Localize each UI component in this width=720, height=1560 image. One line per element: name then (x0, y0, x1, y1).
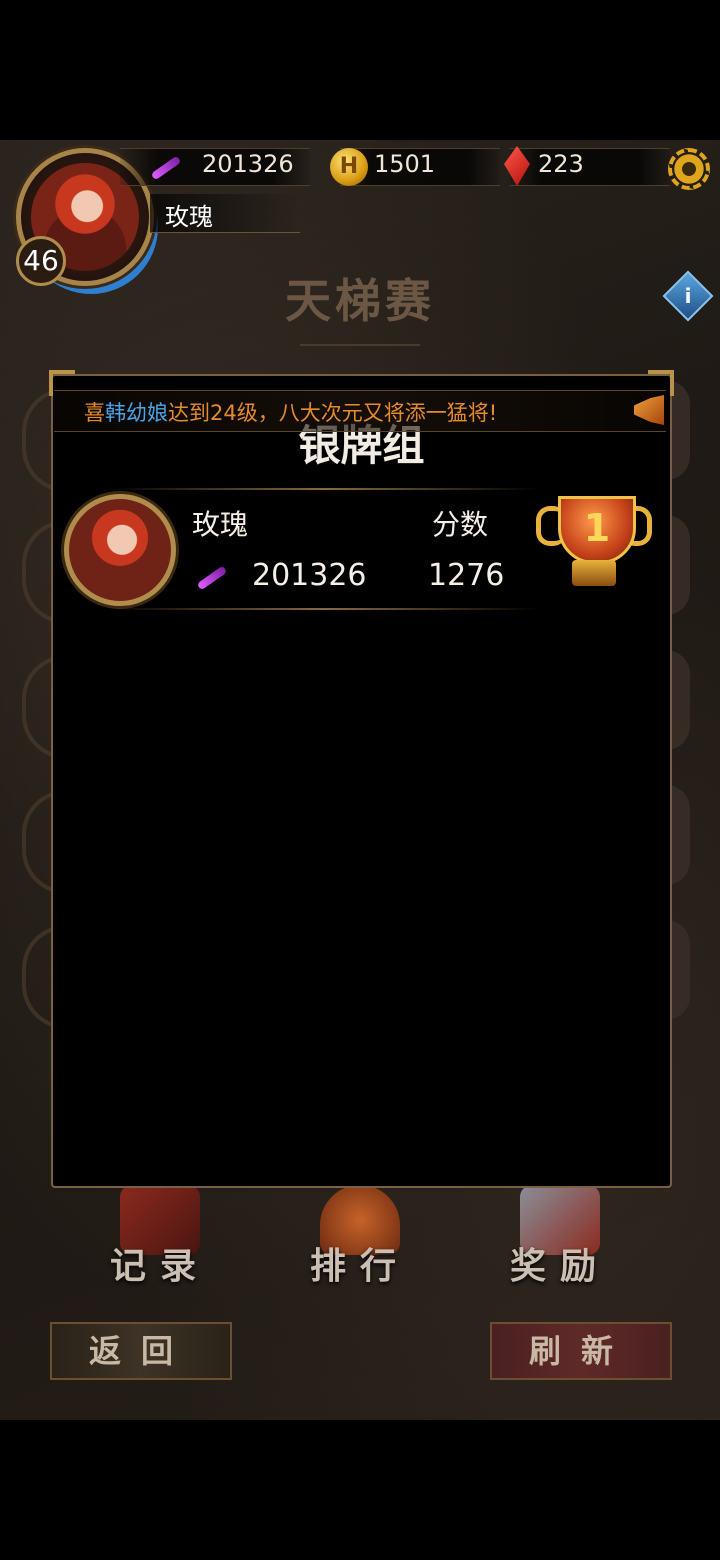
row-divider (110, 608, 540, 610)
coin-icon[interactable]: H (330, 148, 368, 186)
horn-icon[interactable] (634, 395, 664, 425)
ticker-prefix: 喜 (84, 401, 105, 425)
rank-number: 1 (558, 496, 636, 564)
menu-record-label: 记录 (109, 1245, 210, 1287)
entry-name: 玫瑰 (192, 508, 249, 541)
menu-reward-label: 奖励 (509, 1245, 610, 1287)
title-ornament (300, 344, 420, 346)
power-value: 201326 (202, 150, 294, 178)
entry-score: 1276 (428, 558, 505, 593)
announcement-ticker: 喜韩幼娘达到24级，八大次元又将添一猛将! (54, 390, 666, 432)
refresh-button[interactable]: 刷新 (490, 1322, 672, 1380)
score-header: 分数 (432, 508, 489, 541)
ticker-highlight-name: 韩幼娘 (105, 401, 168, 425)
ticker-text: 喜韩幼娘达到24级，八大次元又将添一猛将! (84, 397, 497, 427)
player-name: 玫瑰 (165, 203, 213, 231)
gem-value: 223 (538, 150, 584, 178)
menu-reward-button[interactable]: 奖励 (490, 1185, 630, 1287)
page-title: 天梯赛 (285, 274, 435, 328)
gem-bar (510, 148, 670, 186)
ticker-message: 达到24级，八大次元又将添一猛将! (168, 401, 498, 425)
menu-rank-label: 排行 (309, 1245, 410, 1287)
menu-record-button[interactable]: 记录 (90, 1185, 230, 1287)
trophy-icon: 1 (536, 496, 652, 592)
entry-power: 201326 (252, 558, 367, 593)
row-divider (110, 488, 540, 490)
menu-rank-button[interactable]: 排行 (290, 1185, 430, 1287)
trophy-base (572, 560, 616, 586)
gold-value: 1501 (374, 150, 436, 178)
gear-icon[interactable] (668, 148, 710, 190)
entry-avatar[interactable] (64, 494, 176, 606)
back-button[interactable]: 返回 (50, 1322, 232, 1380)
